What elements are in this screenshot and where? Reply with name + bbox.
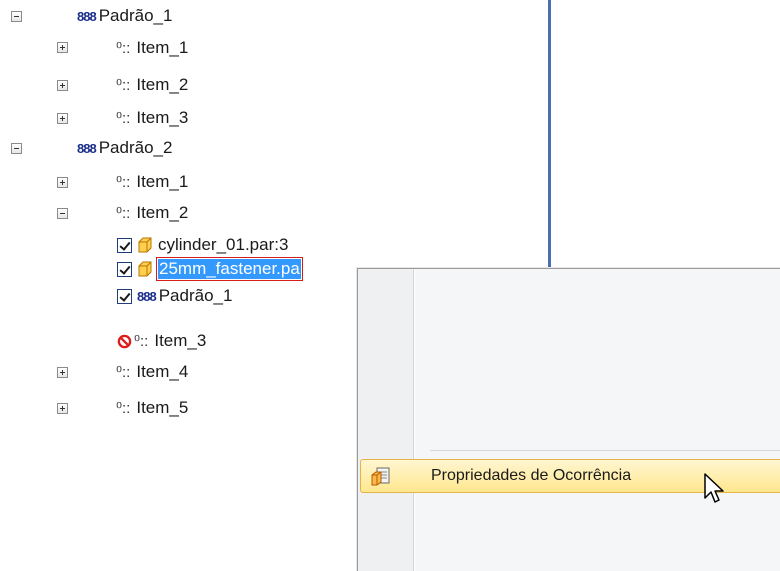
expand-toggle[interactable] — [57, 80, 68, 91]
tree-node-item[interactable]: ⁰:: Item_1 — [116, 36, 188, 60]
tree-node-label: Padrão_2 — [98, 138, 173, 157]
pattern-icon: 888 — [77, 8, 97, 24]
occurrence-properties-icon — [371, 467, 390, 486]
tree-node-pattern[interactable]: 888 Padrão_1 — [117, 284, 232, 308]
mouse-pointer-icon — [704, 473, 724, 503]
pattern-item-icon: ⁰:: — [116, 77, 131, 94]
pattern-item-icon: ⁰:: — [116, 40, 131, 57]
expand-toggle[interactable] — [57, 177, 68, 188]
part-cube-icon — [138, 261, 152, 277]
visibility-checkbox[interactable] — [117, 237, 132, 253]
pattern-icon: 888 — [137, 288, 157, 304]
tree-node-item[interactable]: ⁰:: Item_2 — [116, 201, 188, 225]
panel-splitter[interactable] — [548, 0, 551, 268]
tree-node-label: Item_2 — [136, 203, 189, 222]
menu-item-label: Propriedades de Ocorrência — [431, 467, 632, 484]
pattern-item-icon: ⁰:: — [116, 174, 131, 191]
tree-node-label: cylinder_01.par:3 — [158, 235, 289, 254]
expand-toggle[interactable] — [57, 42, 68, 53]
tree-node-item[interactable]: ⁰:: Item_2 — [116, 73, 188, 97]
tree-node-item[interactable]: ⁰:: Item_1 — [116, 170, 188, 194]
pattern-item-icon: ⁰:: — [116, 364, 131, 381]
tree-node-part[interactable]: cylinder_01.par:3 — [117, 233, 288, 257]
pattern-item-icon: ⁰:: — [116, 205, 131, 222]
visibility-checkbox[interactable] — [117, 261, 132, 277]
context-menu: Propriedades de Ocorrência — [357, 268, 780, 571]
tree-node-label: Item_5 — [136, 398, 189, 417]
tree-node-label: Item_2 — [136, 75, 189, 94]
visibility-checkbox[interactable] — [117, 288, 132, 304]
tree-node-label: Padrão_1 — [98, 6, 173, 25]
tree-node-item-suppressed[interactable]: ⁰:: Item_3 — [117, 329, 206, 353]
assembly-tree-panel: 888 Padrão_1 ⁰:: Item_1 ⁰:: Item_2 ⁰:: I… — [0, 0, 780, 571]
no-entry-icon — [117, 334, 132, 348]
menu-separator — [430, 450, 780, 451]
tree-node-pattern[interactable]: 888 Padrão_1 — [77, 4, 172, 28]
part-cube-icon — [138, 237, 152, 253]
pattern-item-icon: ⁰:: — [116, 400, 131, 417]
pattern-item-icon: ⁰:: — [116, 110, 131, 127]
expand-toggle[interactable] — [57, 403, 68, 414]
pattern-icon: 888 — [77, 140, 97, 156]
tree-node-label: Item_3 — [136, 108, 189, 127]
tree-node-item[interactable]: ⁰:: Item_3 — [116, 106, 188, 130]
tree-node-label: Item_3 — [154, 331, 207, 350]
tree-node-label: 25mm_fastener.pa — [156, 257, 303, 281]
menu-icon-gutter — [358, 269, 413, 571]
tree-node-label: Item_1 — [136, 172, 189, 191]
tree-node-item[interactable]: ⁰:: Item_5 — [116, 396, 188, 420]
collapse-toggle[interactable] — [11, 11, 22, 22]
pattern-item-icon: ⁰:: — [134, 333, 149, 350]
expand-toggle[interactable] — [57, 367, 68, 378]
tree-node-label: Item_1 — [136, 38, 189, 57]
menu-gutter-divider-highlight — [414, 269, 415, 571]
tree-node-item[interactable]: ⁰:: Item_4 — [116, 360, 188, 384]
collapse-toggle[interactable] — [57, 208, 68, 219]
expand-toggle[interactable] — [57, 113, 68, 124]
tree-node-part-selected[interactable]: 25mm_fastener.pa — [117, 257, 303, 281]
tree-node-label: Padrão_1 — [158, 286, 233, 305]
collapse-toggle[interactable] — [11, 143, 22, 154]
tree-node-label: Item_4 — [136, 362, 189, 381]
tree-node-pattern[interactable]: 888 Padrão_2 — [77, 136, 172, 160]
